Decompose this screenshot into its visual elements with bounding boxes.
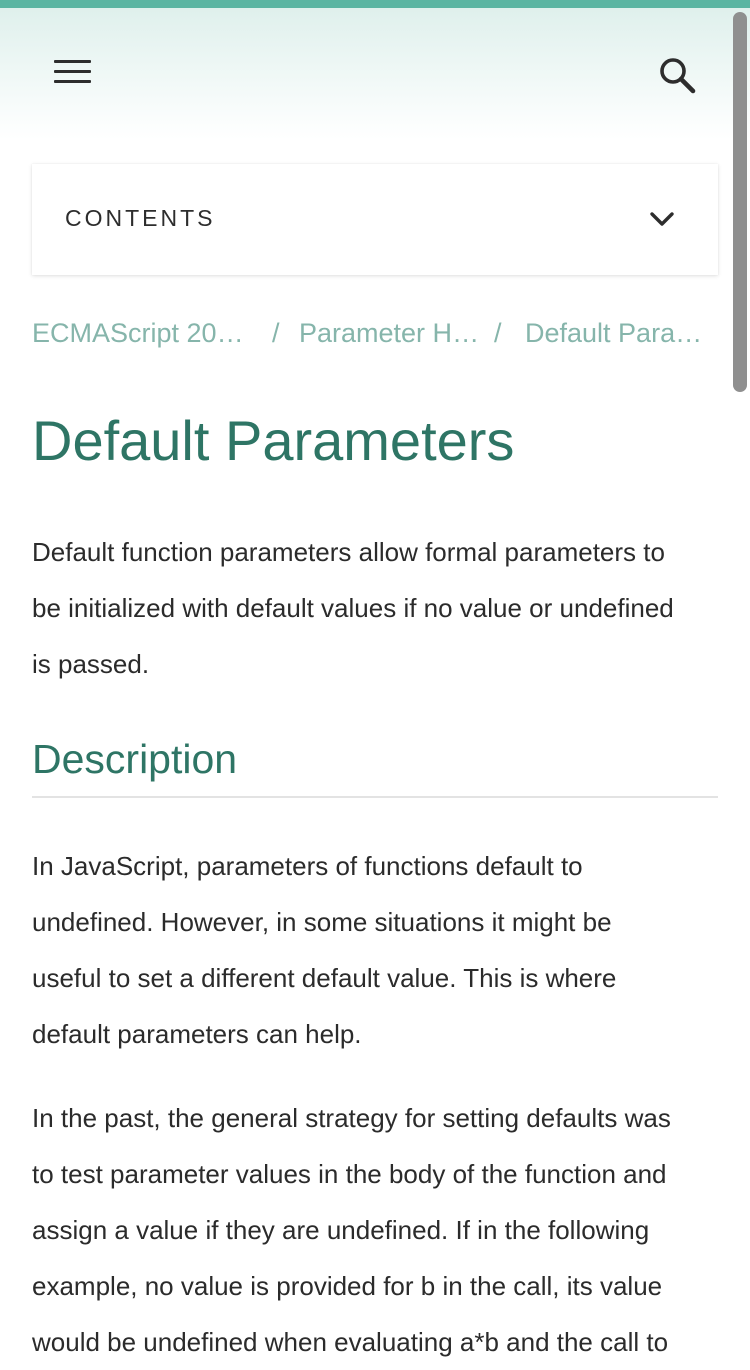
- chevron-down-icon: [650, 212, 674, 226]
- text-line: example, no value is provided for b in t…: [32, 1271, 663, 1301]
- text-line: undefined. However, in some situations i…: [32, 907, 612, 937]
- app-header: [0, 8, 750, 140]
- description-paragraph-2: In the past, the general strategy for se…: [32, 1090, 722, 1370]
- text-line: assign a value if they are undefined. If…: [32, 1215, 650, 1245]
- breadcrumb-item-parameter-handling[interactable]: Parameter Han…: [299, 318, 494, 349]
- text-line: would be undefined when evaluating a*b a…: [32, 1327, 669, 1357]
- top-accent-bar: [0, 0, 750, 8]
- text-line: default parameters can help.: [32, 1019, 362, 1049]
- section-divider: [32, 796, 718, 798]
- text-line: be initialized with default values if no…: [32, 593, 674, 623]
- section-heading-description: Description: [32, 736, 238, 782]
- text-line: is passed.: [32, 649, 150, 679]
- intro-paragraph: Default function parameters allow formal…: [32, 524, 722, 692]
- breadcrumb: ECMAScript 201… / Parameter Han… / Defau…: [32, 318, 722, 358]
- text-line: In JavaScript, parameters of functions d…: [32, 851, 583, 881]
- text-line: In the past, the general strategy for se…: [32, 1103, 671, 1133]
- text-line: to test parameter values in the body of …: [32, 1159, 667, 1189]
- breadcrumb-separator: /: [272, 318, 280, 348]
- contents-label: CONTENTS: [65, 205, 216, 231]
- breadcrumb-item-default-parameters[interactable]: Default Param…: [525, 318, 720, 349]
- contents-dropdown[interactable]: CONTENTS: [32, 164, 718, 275]
- breadcrumb-separator: /: [494, 318, 502, 348]
- scrollbar-thumb[interactable]: [733, 12, 747, 392]
- description-paragraph-1: In JavaScript, parameters of functions d…: [32, 838, 722, 1062]
- menu-bar-line: [54, 80, 91, 83]
- text-line: useful to set a different default value.…: [32, 963, 617, 993]
- page-title: Default Parameters: [32, 409, 515, 472]
- breadcrumb-item-ecmascript[interactable]: ECMAScript 201…: [32, 318, 254, 349]
- hamburger-menu-icon[interactable]: [54, 60, 91, 84]
- search-icon: [660, 58, 696, 94]
- menu-bar-line: [54, 60, 91, 63]
- text-line: Default function parameters allow formal…: [32, 537, 665, 567]
- menu-bar-line: [54, 70, 91, 73]
- search-button[interactable]: [656, 54, 700, 98]
